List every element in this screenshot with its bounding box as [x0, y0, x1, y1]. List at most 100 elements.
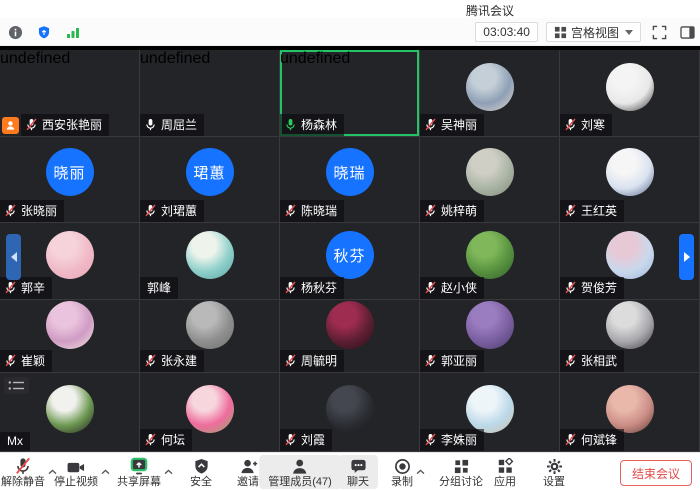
record-icon	[394, 457, 411, 475]
chevron-left-icon	[11, 252, 17, 262]
participant-label: 赵小侠	[420, 277, 484, 299]
participant-tile[interactable]: 刘寒	[560, 50, 700, 137]
participant-label: 陈晓瑞	[280, 200, 344, 222]
participant-label: 何坛	[140, 429, 192, 451]
participant-tile[interactable]: 郭峰	[140, 223, 280, 300]
camera-icon	[66, 457, 86, 475]
security-button[interactable]: 安全	[190, 455, 212, 489]
invite-button[interactable]: 邀请	[237, 455, 259, 489]
view-select-label: 宫格视图	[571, 24, 619, 41]
participant-tile[interactable]: 刘霞	[280, 373, 420, 452]
chevron-right-icon	[684, 252, 690, 262]
mic-status-icon	[284, 354, 297, 367]
participant-tile[interactable]: 何坛	[140, 373, 280, 452]
grid-view-icon	[554, 26, 567, 39]
window-title: 腾讯会议	[466, 2, 514, 19]
caret-down-icon	[625, 30, 633, 35]
participant-name: 郭辛	[21, 279, 45, 296]
participant-tile[interactable]: undefined 西安张艳丽	[0, 50, 140, 137]
avatar	[606, 148, 654, 196]
participant-tile[interactable]: 周毓明	[280, 300, 420, 373]
share-screen-icon	[129, 457, 149, 475]
prev-page-button[interactable]	[6, 234, 21, 280]
participant-name: 刘霞	[301, 431, 325, 448]
participant-name: Mx	[7, 434, 23, 448]
participant-tile[interactable]: 秋芬 杨秋芬	[280, 223, 420, 300]
participant-tile[interactable]: 珺蕙 刘珺蕙	[140, 137, 280, 223]
breakout-icon	[453, 457, 470, 475]
participant-tile[interactable]: 晓瑞 陈晓瑞	[280, 137, 420, 223]
participant-tile[interactable]: 郭亚丽	[420, 300, 560, 373]
participant-tile[interactable]: undefined 杨森林	[280, 50, 420, 137]
participant-name: 张相武	[581, 352, 617, 369]
avatar: 珺蕙	[186, 148, 234, 196]
signal-strength-icon[interactable]	[63, 21, 83, 43]
participant-name: 贺俊芳	[581, 279, 617, 296]
participant-tile[interactable]: 赵小侠	[420, 223, 560, 300]
participant-label: Mx	[0, 432, 30, 451]
participant-label: 周屈兰	[140, 114, 204, 136]
participant-label: 张晓丽	[0, 200, 64, 222]
manage-members-button[interactable]: 管理成员(47)	[259, 455, 341, 489]
window-titlebar: 腾讯会议	[0, 0, 700, 18]
participant-label: 郭辛	[0, 277, 52, 299]
chevron-up-icon[interactable]	[416, 462, 425, 480]
participant-tile[interactable]: Mx	[0, 373, 140, 452]
side-panel-icon[interactable]	[677, 21, 697, 43]
participant-name: 郭亚丽	[441, 352, 477, 369]
participant-label: 杨森林	[280, 114, 344, 136]
avatar	[466, 301, 514, 349]
chevron-up-icon[interactable]	[164, 462, 173, 480]
participant-tile[interactable]: 晓丽 张晓丽	[0, 137, 140, 223]
participant-tile[interactable]: 吴神丽	[420, 50, 560, 137]
participant-name: 张永建	[161, 352, 197, 369]
toolbar-button-label: 安全	[190, 476, 212, 488]
participant-tile[interactable]: 李姝丽	[420, 373, 560, 452]
mic-status-icon	[144, 118, 157, 131]
fullscreen-icon[interactable]	[649, 21, 669, 43]
participant-tile[interactable]: 姚梓萌	[420, 137, 560, 223]
participant-tile[interactable]: 崔颖	[0, 300, 140, 373]
mic-status-icon	[424, 433, 437, 446]
mic-status-icon	[284, 204, 297, 217]
participant-name: 杨森林	[301, 116, 337, 133]
share-screen-button[interactable]: 共享屏幕	[117, 455, 161, 489]
view-controls-group: 03:03:40 宫格视图	[475, 18, 697, 46]
stop-video-button[interactable]: 停止视频	[54, 455, 98, 489]
mic-status-icon	[25, 118, 38, 131]
toolbar-button-label: 分组讨论	[439, 476, 483, 488]
participant-tile[interactable]: 张相武	[560, 300, 700, 373]
mic-status-icon	[424, 204, 437, 217]
chevron-up-icon[interactable]	[101, 462, 110, 480]
participant-label: 贺俊芳	[560, 277, 624, 299]
end-meeting-button[interactable]: 结束会议	[620, 460, 692, 486]
list-icon	[4, 377, 29, 394]
toolbar-button-label: 聊天	[347, 476, 369, 488]
participant-label: 姚梓萌	[420, 200, 484, 222]
participant-name: 杨秋芬	[301, 279, 337, 296]
next-page-button[interactable]	[679, 234, 694, 280]
participant-tile[interactable]: 何斌锋	[560, 373, 700, 452]
participant-tile[interactable]: 王红英	[560, 137, 700, 223]
participant-name: 陈晓瑞	[301, 202, 337, 219]
avatar	[606, 63, 654, 111]
settings-button[interactable]: 设置	[543, 455, 565, 489]
network-shield-icon[interactable]	[34, 21, 54, 43]
participant-tile[interactable]: undefined 周屈兰	[140, 50, 280, 137]
unmute-button[interactable]: 解除静音	[1, 455, 45, 489]
participant-name: 李姝丽	[441, 431, 477, 448]
video-grid: undefined 西安张艳丽 undefined 周屈兰 undefined …	[0, 46, 700, 452]
record-button[interactable]: 录制	[391, 455, 413, 489]
apps-button[interactable]: 应用	[494, 455, 516, 489]
chat-button[interactable]: 聊天	[338, 455, 378, 489]
participant-tile[interactable]: 张永建	[140, 300, 280, 373]
info-icon[interactable]	[5, 21, 25, 43]
toolbar-button-label: 设置	[543, 476, 565, 488]
participant-tile[interactable]: 郭辛	[0, 223, 140, 300]
mic-status-icon	[424, 354, 437, 367]
participant-label: 吴神丽	[420, 114, 484, 136]
invite-person-icon	[239, 457, 258, 475]
layout-view-select[interactable]: 宫格视图	[546, 22, 641, 42]
participant-name: 赵小侠	[441, 279, 477, 296]
breakout-rooms-button[interactable]: 分组讨论	[439, 455, 483, 489]
